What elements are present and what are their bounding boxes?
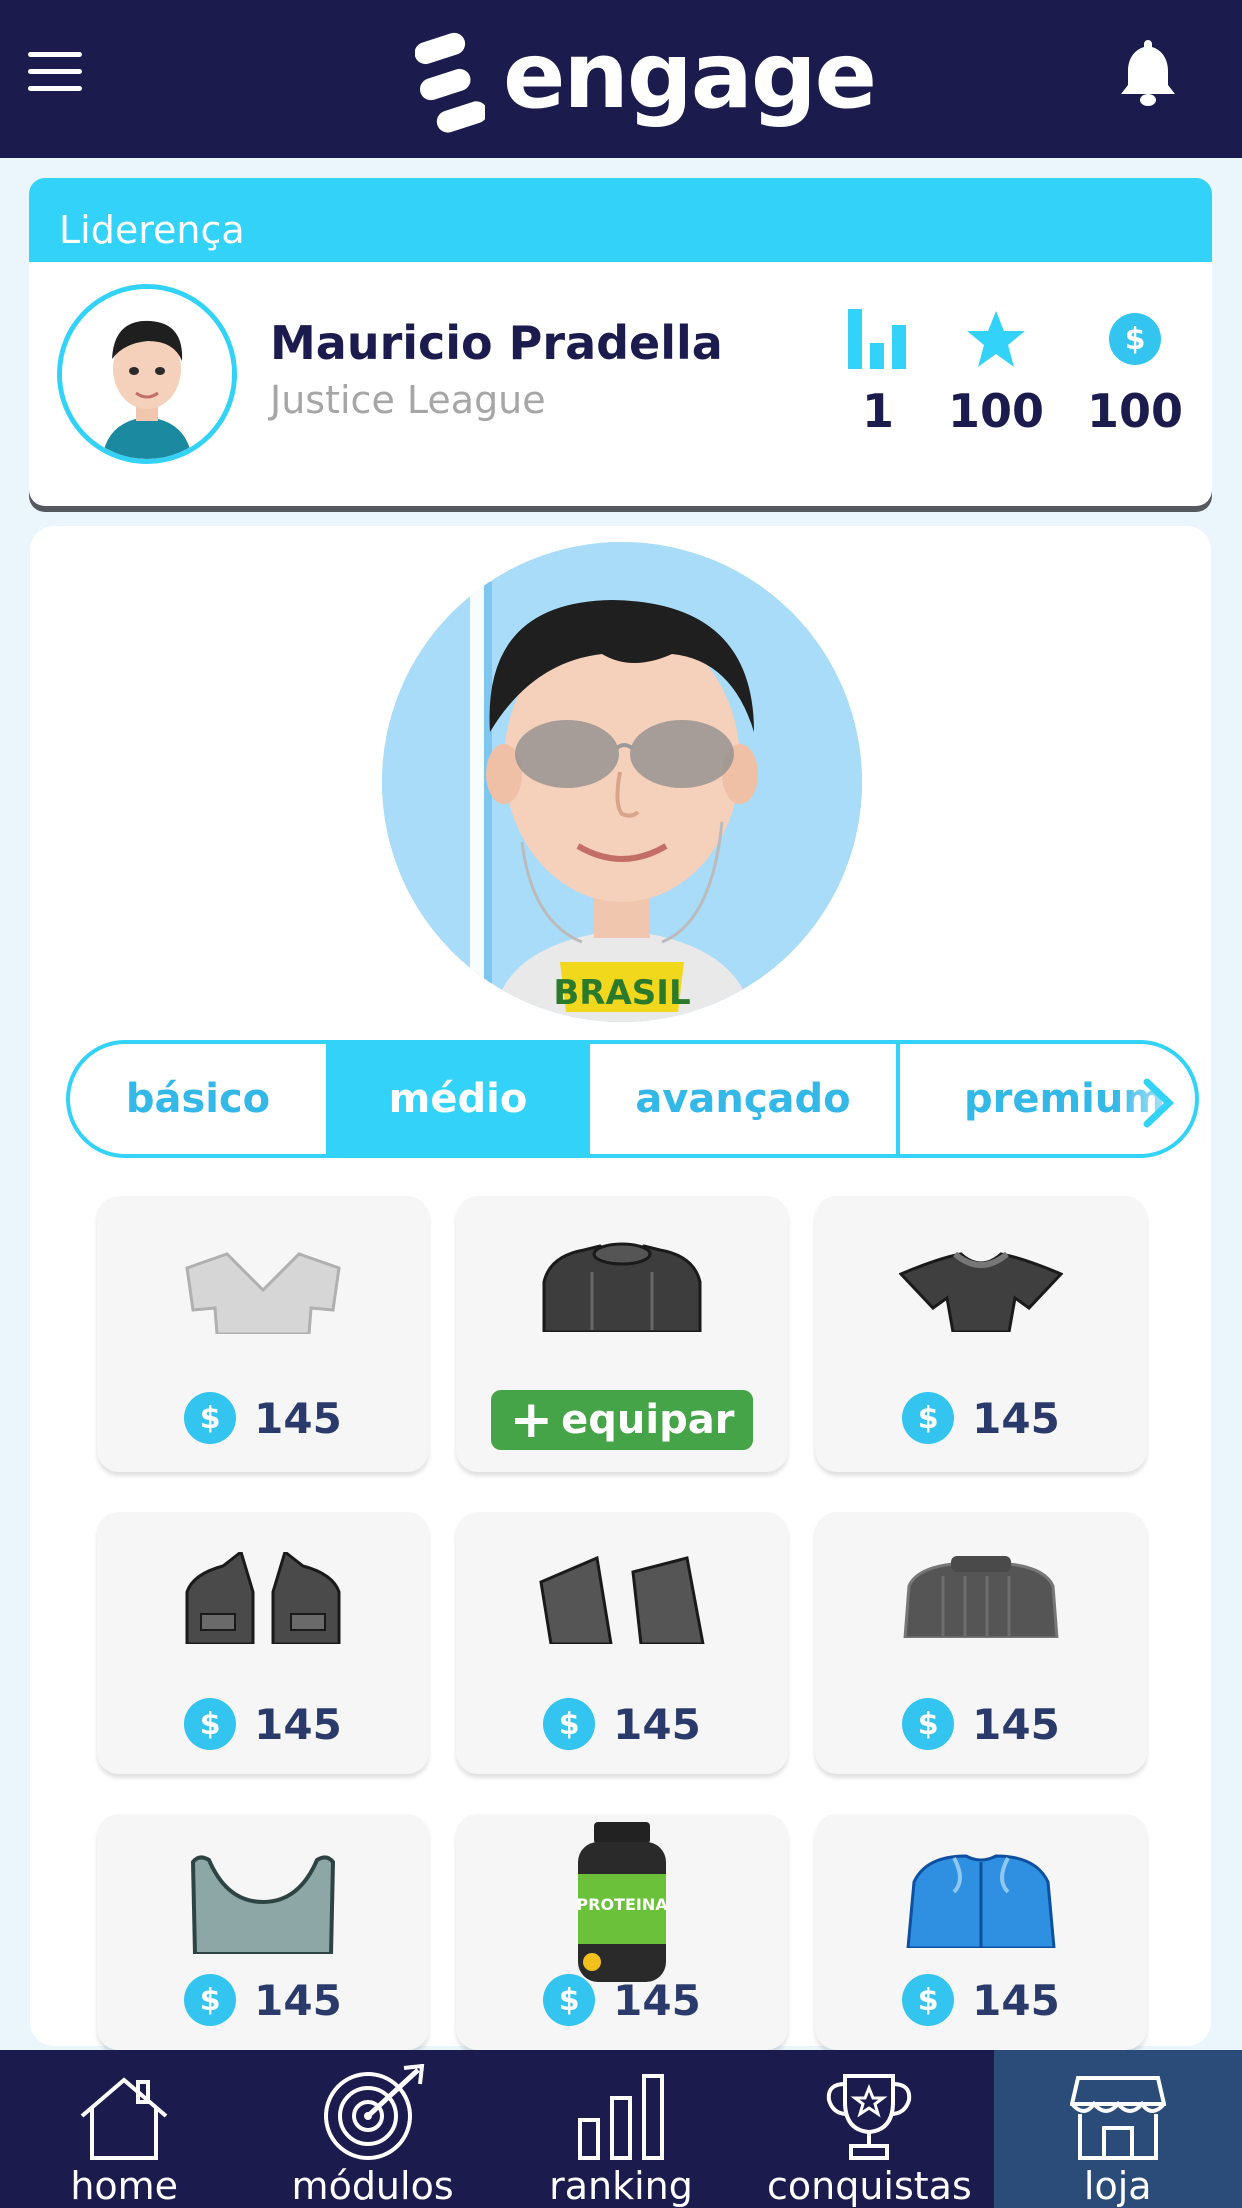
stars-value: 100	[947, 384, 1045, 438]
item-price: $ 145	[97, 1974, 429, 2026]
coin-icon: $	[543, 1698, 596, 1750]
profile-section-title: Liderença	[29, 178, 1212, 262]
hamburger-menu-icon[interactable]	[28, 52, 82, 92]
avatar-preview: BRASIL	[382, 542, 862, 1022]
profile-card: Liderença Mauricio Pradella Justice Leag…	[29, 178, 1212, 506]
store-item[interactable]: $ 145	[815, 1814, 1147, 2050]
bell-icon[interactable]	[1118, 36, 1178, 106]
item-price: $ 145	[815, 1698, 1147, 1750]
protein-label: PROTEINA	[576, 1895, 668, 1914]
engage-logo-mark	[415, 32, 485, 133]
team-name: Justice League	[270, 378, 546, 422]
nav-conquistas[interactable]: conquistas	[745, 2050, 993, 2208]
dark-sweater-icon	[456, 1230, 788, 1350]
ranking-bars-icon	[818, 306, 938, 372]
coin-icon: $	[902, 1392, 955, 1444]
nav-loja[interactable]: loja	[993, 2050, 1242, 2208]
store-item[interactable]: + equipar	[456, 1196, 788, 1472]
coins-value: 100	[1086, 384, 1184, 438]
stars-stat: 100	[936, 306, 1056, 438]
store-item[interactable]: PROTEINA $ 145	[456, 1814, 788, 2050]
item-price: $ 145	[815, 1974, 1147, 2026]
user-name: Mauricio Pradella	[270, 316, 723, 370]
jacket-open-icon	[97, 1552, 429, 1672]
store-item[interactable]: $ 145	[815, 1196, 1147, 1472]
store-tabs: básico médio avançado premium	[66, 1040, 1199, 1158]
coins-stat: $ 100	[1075, 306, 1195, 438]
coin-icon: $	[543, 1974, 596, 2026]
avatar[interactable]	[57, 284, 237, 464]
ruffled-top-icon	[815, 1230, 1147, 1350]
brand-name: engage	[503, 22, 877, 129]
engage-logo: engage	[415, 22, 877, 138]
coin-icon: $	[184, 1698, 237, 1750]
item-price: $ 145	[456, 1974, 788, 2026]
nav-ranking[interactable]: ranking	[497, 2050, 745, 2208]
star-icon	[936, 306, 1056, 372]
house-icon	[76, 2064, 172, 2160]
coin-icon: $	[902, 1698, 955, 1750]
target-icon	[318, 2064, 428, 2160]
tab-basico[interactable]: básico	[70, 1044, 330, 1154]
coin-icon: $	[184, 1392, 237, 1444]
crop-top-icon	[97, 1854, 429, 1974]
store-icon	[1069, 2064, 1166, 2160]
blazer-open-icon	[456, 1552, 788, 1672]
item-price: $ 145	[815, 1392, 1147, 1444]
store-item[interactable]: $ 145	[456, 1512, 788, 1774]
tab-avancado[interactable]: avançado	[590, 1044, 900, 1154]
tab-medio[interactable]: médio	[330, 1044, 590, 1154]
shirt-text: BRASIL	[553, 973, 690, 1013]
top-app-bar: engage	[0, 0, 1242, 158]
protein-jar-icon: PROTEINA	[456, 1822, 788, 1982]
store-item[interactable]: $ 145	[815, 1512, 1147, 1774]
nav-home[interactable]: home	[0, 2050, 248, 2208]
vneck-shirt-icon	[97, 1230, 429, 1350]
ranking-value: 1	[861, 384, 894, 438]
coin-icon: $	[1075, 306, 1195, 372]
item-price: $ 145	[456, 1698, 788, 1750]
nav-modulos[interactable]: módulos	[248, 2050, 496, 2208]
chevron-right-icon[interactable]	[1141, 1078, 1175, 1128]
coin-icon: $	[902, 1974, 955, 2026]
bottom-navigation: home módulos ranking conquistas loja	[0, 2050, 1242, 2208]
item-price: $ 145	[97, 1392, 429, 1444]
turtleneck-icon	[815, 1556, 1147, 1676]
store-item[interactable]: $ 145	[97, 1512, 429, 1774]
ranking-stat: 1	[818, 306, 938, 438]
trophy-icon	[823, 2064, 915, 2160]
store-item[interactable]: $ 145	[97, 1196, 429, 1472]
ranking-bars-icon	[576, 2064, 666, 2160]
blue-jacket-icon	[815, 1852, 1147, 1972]
item-price: $ 145	[97, 1698, 429, 1750]
equip-button[interactable]: + equipar	[491, 1390, 753, 1450]
coin-icon: $	[184, 1974, 237, 2026]
store-item[interactable]: $ 145	[97, 1814, 429, 2050]
